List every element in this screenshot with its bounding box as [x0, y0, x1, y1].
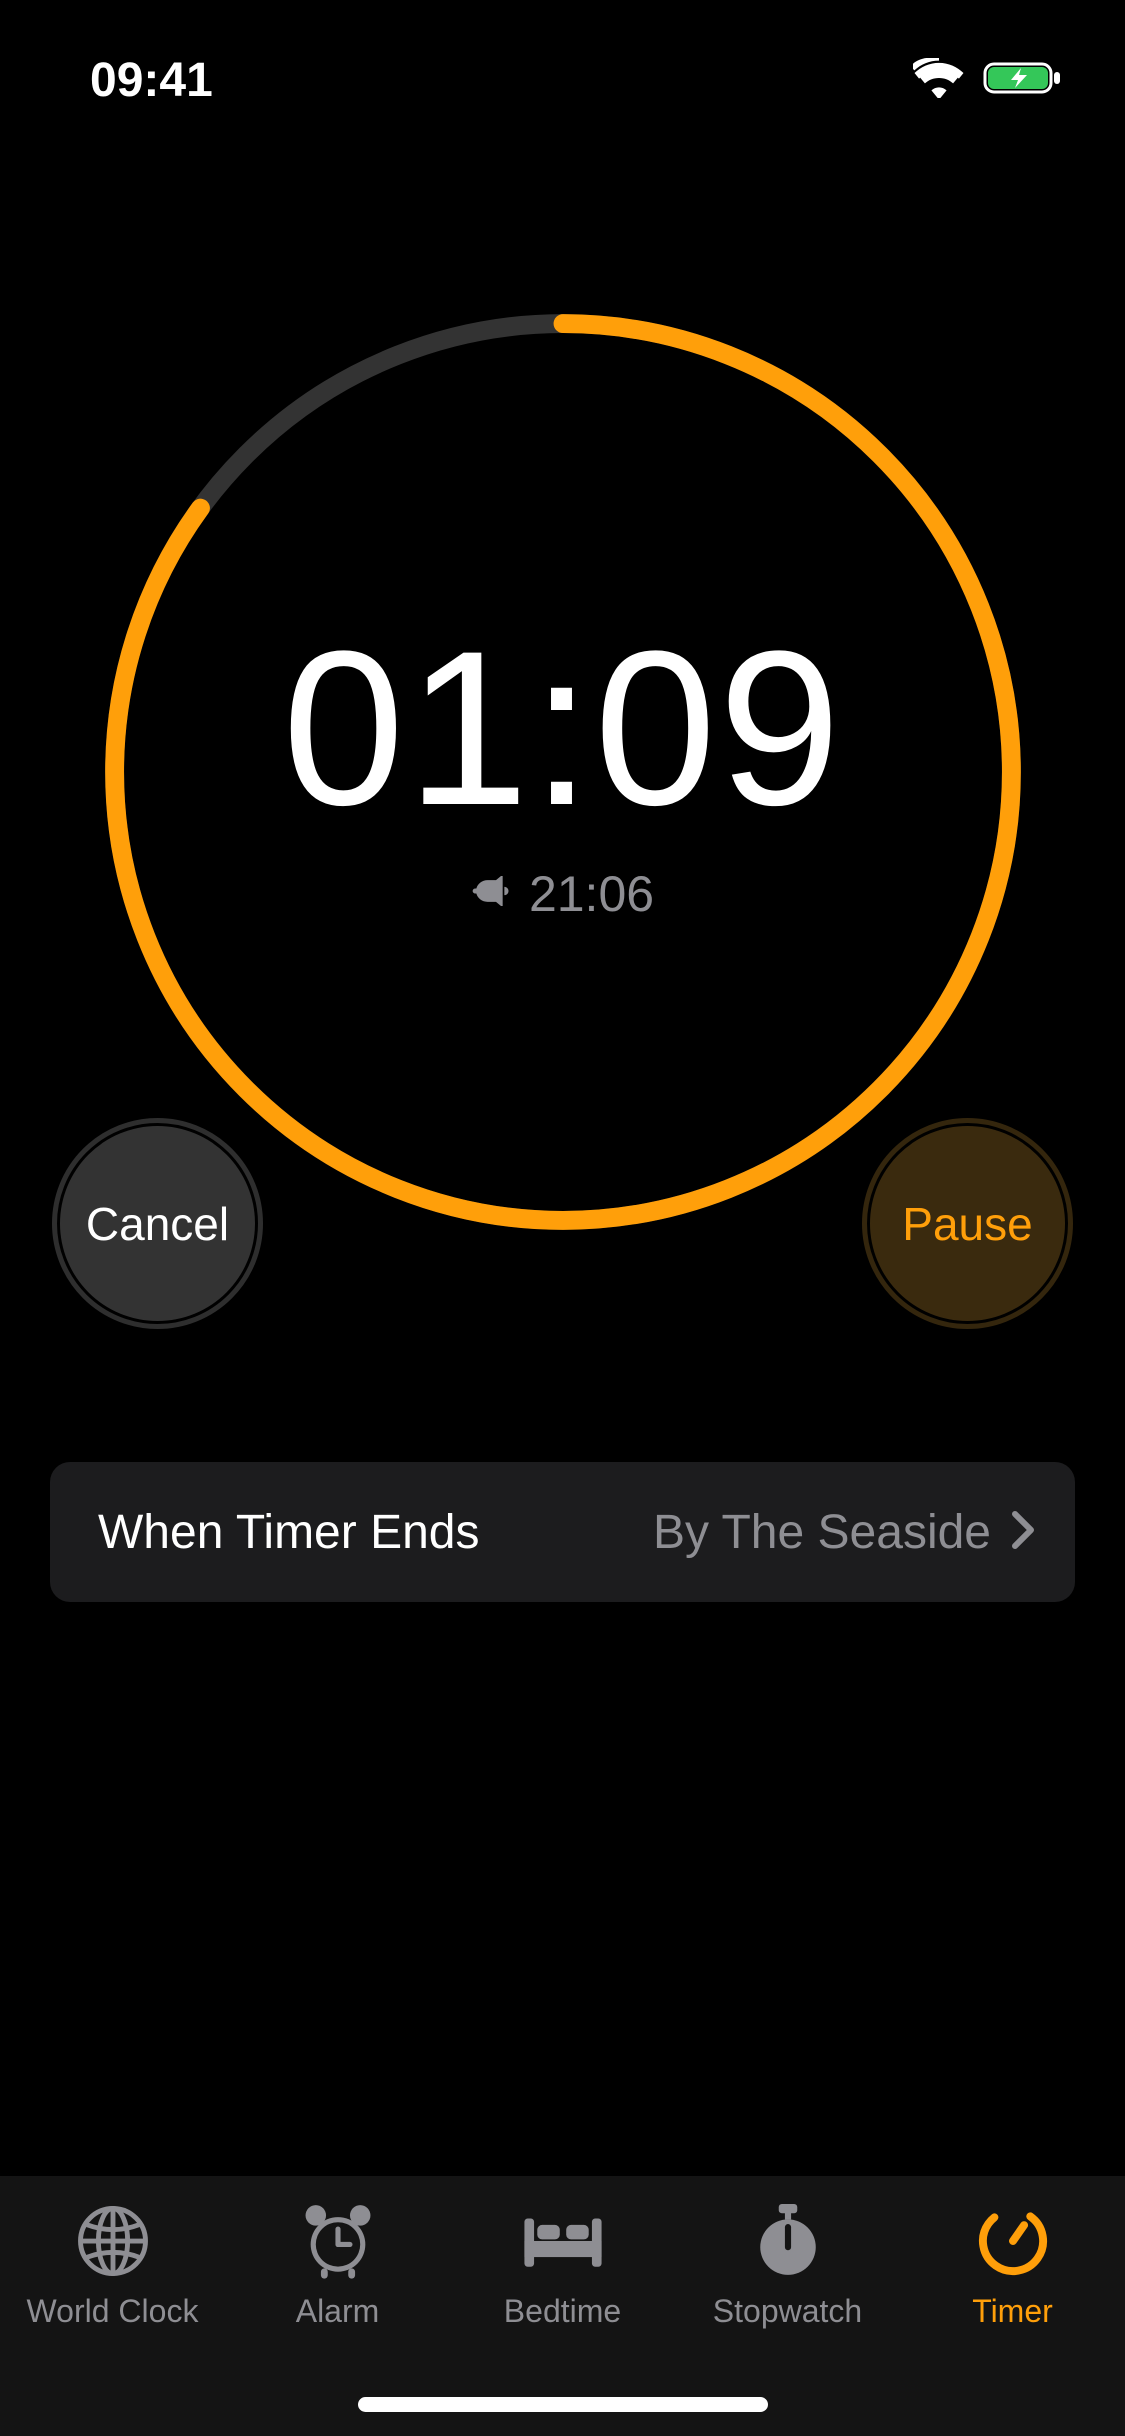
status-bar: 09:41 — [0, 0, 1125, 130]
status-time: 09:41 — [90, 53, 213, 108]
pause-button[interactable]: Pause — [870, 1126, 1065, 1321]
status-icons — [913, 58, 1065, 103]
bell-icon — [471, 869, 511, 918]
alarm-clock-icon — [297, 2198, 379, 2283]
globe-icon — [74, 2198, 152, 2283]
tab-world-clock-label: World Clock — [27, 2293, 199, 2330]
cancel-button-label: Cancel — [86, 1197, 229, 1251]
tab-stopwatch-label: Stopwatch — [713, 2293, 862, 2330]
tab-stopwatch[interactable]: Stopwatch — [675, 2198, 900, 2330]
tab-alarm[interactable]: Alarm — [225, 2198, 450, 2330]
when-timer-ends-value: By The Seaside — [653, 1505, 991, 1560]
tab-world-clock[interactable]: World Clock — [0, 2198, 225, 2330]
home-indicator[interactable] — [358, 2397, 768, 2412]
timer-end-row: 21:06 — [471, 865, 654, 923]
wifi-icon — [913, 58, 965, 103]
timer-remaining-text: 01:09 — [282, 602, 843, 855]
timer-buttons-row: Cancel Pause — [60, 1126, 1065, 1321]
when-timer-ends-label: When Timer Ends — [98, 1505, 479, 1560]
battery-charging-icon — [983, 58, 1065, 103]
timer-dial: 01:09 21:06 — [91, 300, 1035, 1244]
timer-end-time: 21:06 — [529, 865, 654, 923]
tab-timer[interactable]: Timer — [900, 2198, 1125, 2330]
timer-icon — [975, 2198, 1051, 2283]
stopwatch-icon — [751, 2198, 825, 2283]
cancel-button[interactable]: Cancel — [60, 1126, 255, 1321]
tab-bedtime[interactable]: Bedtime — [450, 2198, 675, 2330]
tab-timer-label: Timer — [972, 2293, 1053, 2330]
chevron-right-icon — [1011, 1510, 1035, 1555]
tab-bedtime-label: Bedtime — [504, 2293, 621, 2330]
tab-alarm-label: Alarm — [296, 2293, 380, 2330]
timer-dial-area: 01:09 21:06 — [0, 300, 1125, 1244]
pause-button-label: Pause — [902, 1197, 1032, 1251]
bed-icon — [518, 2198, 608, 2283]
when-timer-ends-row[interactable]: When Timer Ends By The Seaside — [50, 1462, 1075, 1602]
